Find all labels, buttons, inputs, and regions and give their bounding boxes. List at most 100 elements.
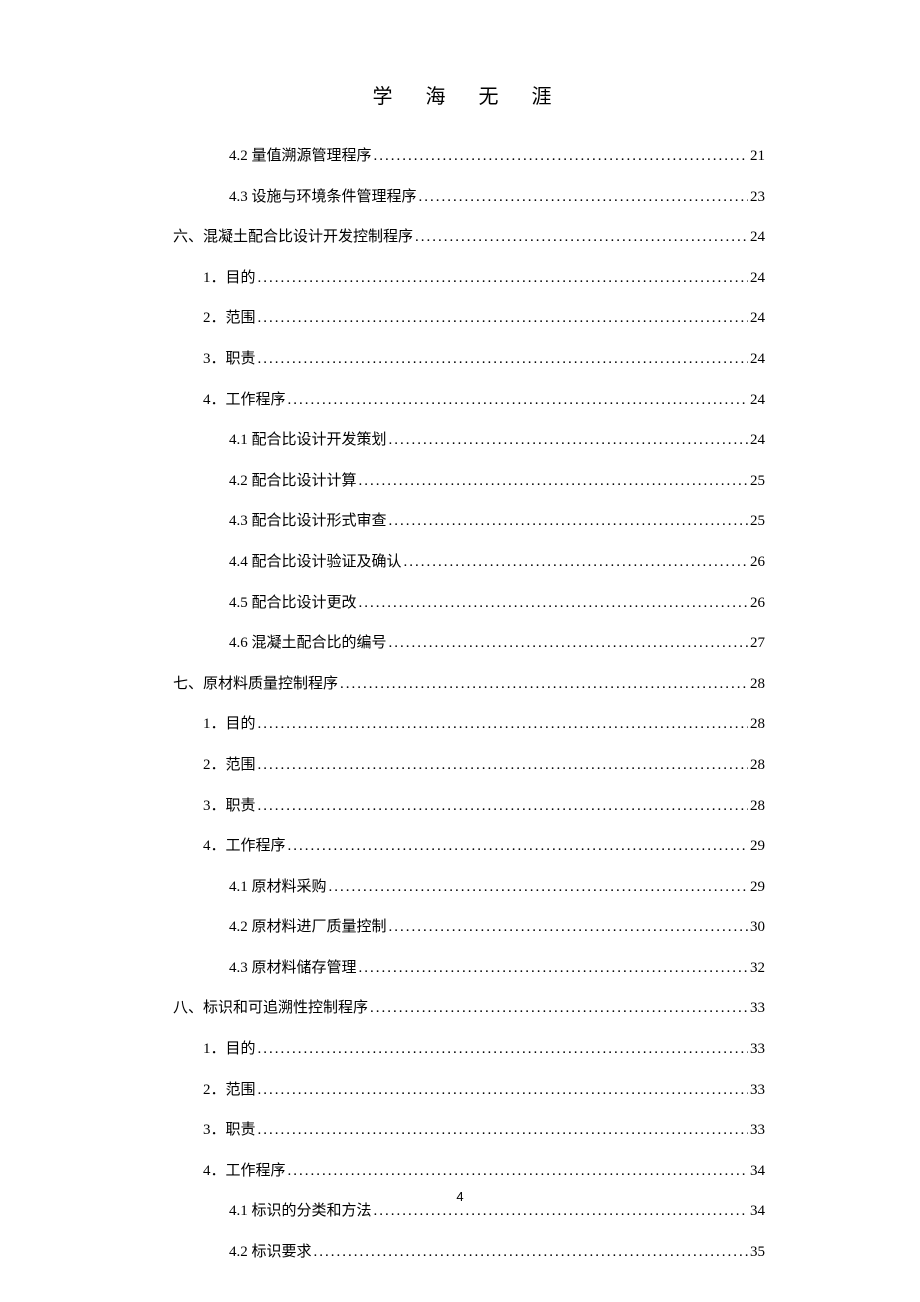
toc-entry-page: 21 xyxy=(750,147,765,165)
toc-entry: 4.1 配合比设计开发策划 24 xyxy=(173,431,765,449)
toc-entry: 4.3 原材料储存管理 32 xyxy=(173,959,765,977)
toc-entry-label: 4.1 标识的分类和方法 xyxy=(229,1202,372,1220)
toc-entry: 3．职责33 xyxy=(173,1121,765,1139)
toc-leader-dots xyxy=(258,1081,748,1099)
toc-leader-dots xyxy=(258,1121,748,1139)
toc-entry-label: 1．目的 xyxy=(203,715,256,733)
toc-entry-label: 4.1 配合比设计开发策划 xyxy=(229,431,387,449)
toc-leader-dots xyxy=(374,1202,748,1220)
toc-entry-page: 33 xyxy=(750,1081,765,1099)
toc-entry-page: 28 xyxy=(750,756,765,774)
toc-entry-page: 32 xyxy=(750,959,765,977)
toc-entry-page: 30 xyxy=(750,918,765,936)
toc-entry-label: 六、混凝土配合比设计开发控制程序 xyxy=(173,228,413,246)
toc-entry-label: 4.2 配合比设计计算 xyxy=(229,472,357,490)
toc-leader-dots xyxy=(340,675,748,693)
toc-entry: 六、混凝土配合比设计开发控制程序24 xyxy=(173,228,765,246)
toc-entry: 2．范围 28 xyxy=(173,756,765,774)
page-header: 学 海 无 涯 xyxy=(173,80,765,109)
toc-leader-dots xyxy=(329,878,748,896)
toc-entry-label: 4.6 混凝土配合比的编号 xyxy=(229,634,387,652)
toc-entry-page: 28 xyxy=(750,675,765,693)
toc-entry-label: 1．目的 xyxy=(203,1040,256,1058)
toc-entry: 4.2 配合比设计计算 25 xyxy=(173,472,765,490)
toc-entry: 4.1 标识的分类和方法 34 xyxy=(173,1202,765,1220)
toc-entry-label: 4．工作程序 xyxy=(203,1162,286,1180)
toc-entry-label: 3．职责 xyxy=(203,797,256,815)
toc-leader-dots xyxy=(389,512,748,530)
toc-entry-label: 3．职责 xyxy=(203,1121,256,1139)
toc-entry: 八、标识和可追溯性控制程序33 xyxy=(173,999,765,1017)
toc-entry: 4.3 设施与环境条件管理程序 23 xyxy=(173,188,765,206)
toc-entry-label: 2．范围 xyxy=(203,756,256,774)
toc-entry-label: 4.1 原材料采购 xyxy=(229,878,327,896)
toc-leader-dots xyxy=(389,431,748,449)
toc-entry-page: 27 xyxy=(750,634,765,652)
toc-entry: 4.1 原材料采购 29 xyxy=(173,878,765,896)
toc-entry: 4.4 配合比设计验证及确认 26 xyxy=(173,553,765,571)
toc-leader-dots xyxy=(389,634,748,652)
toc-leader-dots xyxy=(359,472,748,490)
toc-entry-label: 1．目的 xyxy=(203,269,256,287)
toc-leader-dots xyxy=(389,918,748,936)
toc-entry: 4.2 标识要求 35 xyxy=(173,1243,765,1261)
toc-leader-dots xyxy=(258,350,748,368)
toc-entry-label: 3．职责 xyxy=(203,350,256,368)
toc-entry: 3．职责 24 xyxy=(173,350,765,368)
toc-leader-dots xyxy=(370,999,748,1017)
toc-entry-label: 4.3 配合比设计形式审查 xyxy=(229,512,387,530)
toc-leader-dots xyxy=(404,553,748,571)
toc-entry: 1．目的28 xyxy=(173,715,765,733)
toc-entry-label: 2．范围 xyxy=(203,1081,256,1099)
toc-entry-label: 4．工作程序 xyxy=(203,837,286,855)
toc-entry: 4.2 量值溯源管理程序 21 xyxy=(173,147,765,165)
toc-entry-label: 八、标识和可追溯性控制程序 xyxy=(173,999,368,1017)
toc-entry-label: 4.3 原材料储存管理 xyxy=(229,959,357,977)
toc-entry-page: 24 xyxy=(750,391,765,409)
table-of-contents: 4.2 量值溯源管理程序 21 4.3 设施与环境条件管理程序 23 六、混凝土配合比设… xyxy=(173,147,765,1261)
toc-entry: 4.2 原材料进厂质量控制 30 xyxy=(173,918,765,936)
toc-entry-page: 24 xyxy=(750,269,765,287)
toc-entry: 1．目的 33 xyxy=(173,1040,765,1058)
toc-entry-label: 七、原材料质量控制程序 xyxy=(173,675,338,693)
toc-entry-page: 24 xyxy=(750,350,765,368)
toc-entry-label: 4.2 标识要求 xyxy=(229,1243,312,1261)
toc-entry-label: 4.5 配合比设计更改 xyxy=(229,594,357,612)
toc-entry-page: 25 xyxy=(750,472,765,490)
page-number: 4 xyxy=(0,1189,920,1204)
toc-entry-label: 2．范围 xyxy=(203,309,256,327)
toc-entry-page: 29 xyxy=(750,878,765,896)
toc-leader-dots xyxy=(374,147,748,165)
toc-entry: 4．工作程序24 xyxy=(173,391,765,409)
toc-leader-dots xyxy=(288,391,748,409)
toc-entry-page: 34 xyxy=(750,1202,765,1220)
toc-entry-page: 24 xyxy=(750,431,765,449)
toc-entry: 4．工作程序 29 xyxy=(173,837,765,855)
toc-leader-dots xyxy=(288,837,748,855)
toc-entry-page: 29 xyxy=(750,837,765,855)
toc-entry-label: 4.2 量值溯源管理程序 xyxy=(229,147,372,165)
toc-entry-page: 26 xyxy=(750,594,765,612)
toc-entry-page: 26 xyxy=(750,553,765,571)
toc-leader-dots xyxy=(359,594,748,612)
toc-leader-dots xyxy=(258,1040,748,1058)
toc-entry: 4.3 配合比设计形式审查25 xyxy=(173,512,765,530)
toc-leader-dots xyxy=(314,1243,748,1261)
toc-entry-page: 28 xyxy=(750,797,765,815)
toc-entry-label: 4.3 设施与环境条件管理程序 xyxy=(229,188,417,206)
toc-entry: 七、原材料质量控制程序 28 xyxy=(173,675,765,693)
toc-entry: 4.5 配合比设计更改 26 xyxy=(173,594,765,612)
toc-entry: 4．工作程序34 xyxy=(173,1162,765,1180)
toc-leader-dots xyxy=(258,269,748,287)
toc-entry: 2．范围24 xyxy=(173,309,765,327)
toc-entry-label: 4.4 配合比设计验证及确认 xyxy=(229,553,402,571)
toc-leader-dots xyxy=(288,1162,748,1180)
toc-entry-page: 33 xyxy=(750,1040,765,1058)
toc-leader-dots xyxy=(415,228,748,246)
toc-entry-page: 35 xyxy=(750,1243,765,1261)
toc-entry: 2．范围 33 xyxy=(173,1081,765,1099)
toc-entry-page: 23 xyxy=(750,188,765,206)
toc-entry: 4.6 混凝土配合比的编号 27 xyxy=(173,634,765,652)
toc-entry: 3．职责 28 xyxy=(173,797,765,815)
toc-entry-label: 4.2 原材料进厂质量控制 xyxy=(229,918,387,936)
